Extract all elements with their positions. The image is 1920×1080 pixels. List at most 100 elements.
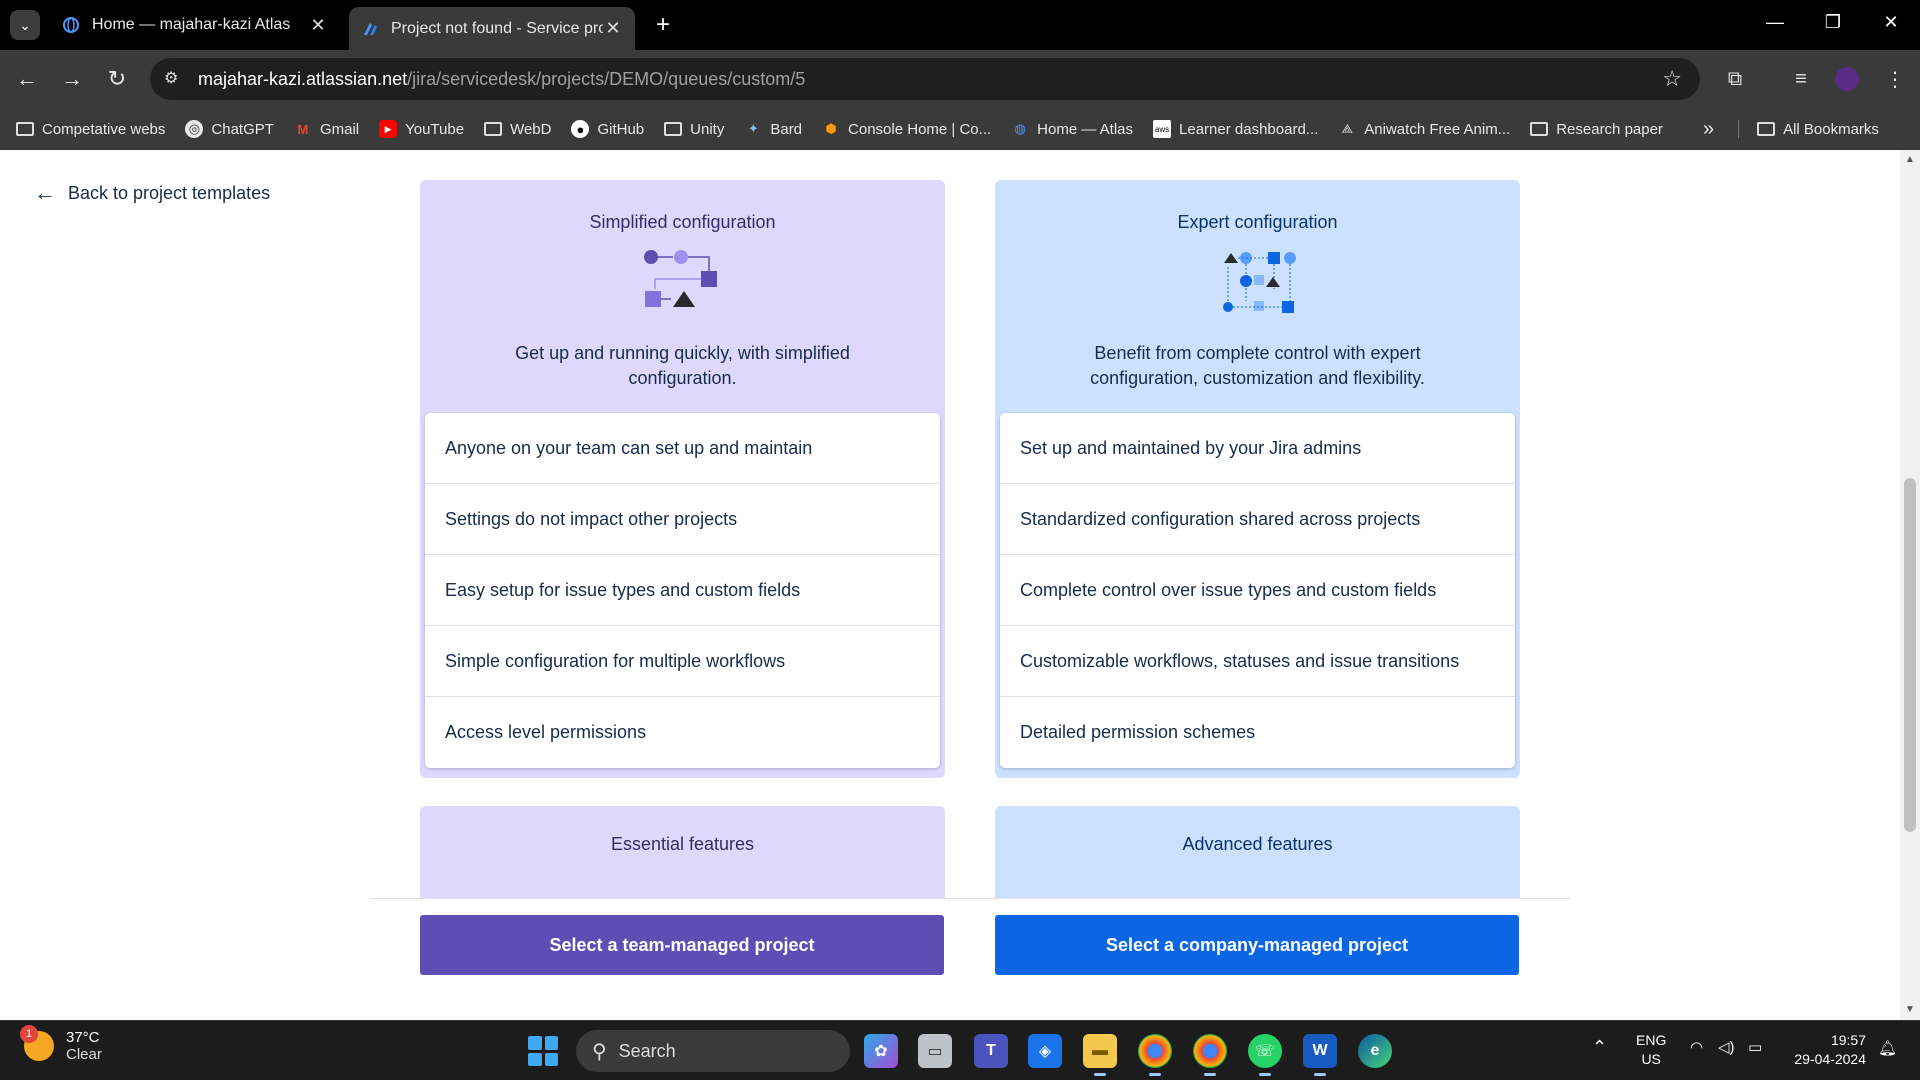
gmail-icon: M [297,121,309,137]
bookmark-label: Research paper [1556,120,1663,138]
close-icon[interactable]: ✕ [308,15,328,36]
essential-features-card: Essential features [420,806,945,898]
language-indicator[interactable]: ENG US [1636,1031,1666,1069]
whatsapp-icon[interactable]: ☏ [1248,1034,1282,1076]
bookmark-label: Bard [770,120,803,138]
volume-icon[interactable]: ◁) [1718,1038,1735,1056]
bookmark-research-paper[interactable]: Research paper [1530,120,1663,138]
feature-list: Anyone on your team can set up and maint… [425,413,940,768]
bookmark-label: Gmail [319,120,360,138]
teams-icon[interactable]: T [974,1034,1008,1068]
wifi-icon[interactable]: ◠ [1690,1038,1703,1056]
battery-icon[interactable]: ▭ [1748,1038,1762,1056]
restore-icon[interactable]: ❐ [1818,12,1848,33]
notification-bell-icon[interactable]: 🔔︎ [1878,1039,1897,1057]
bookmark-webd[interactable]: WebD [484,120,551,138]
taskbar-search[interactable]: ⚲ Search [576,1030,850,1072]
bookmark-youtube[interactable]: ▶ YouTube [379,120,464,138]
edge-icon[interactable]: e [1358,1034,1392,1068]
tab-search-button[interactable]: ⌄ [10,10,40,40]
aniwatch-icon: ⟁ [1341,121,1354,136]
task-view-icon[interactable]: ▭ [918,1034,952,1068]
bookmark-star-icon[interactable]: ☆ [1662,66,1682,92]
back-arrow-icon[interactable]: ← [12,64,42,94]
back-to-templates-link[interactable]: ← Back to project templates [34,180,270,206]
scroll-down-icon[interactable]: ▼ [1900,1004,1920,1015]
bookmark-label: Unity [690,120,725,138]
card-description: Get up and running quickly, with simplif… [515,343,850,388]
minimize-icon[interactable]: — [1760,12,1790,33]
bookmarks-overflow-button[interactable]: » [1703,118,1714,141]
simplified-configuration-card: Simplified configuration Get up and runn… [420,180,945,778]
tab-home-atlas[interactable]: Home — majahar-kazi Atlas ✕ [50,7,340,43]
bookmark-unity[interactable]: Unity [664,120,724,138]
simplified-workflow-icon [643,250,717,307]
list-item: Complete control over issue types and cu… [1000,555,1515,626]
bookmark-gmail[interactable]: M Gmail [294,120,360,138]
bookmark-label: Competative webs [42,120,166,138]
window-close-icon[interactable]: ✕ [1876,12,1906,33]
clock[interactable]: 19:57 29-04-2024 [1776,1031,1866,1069]
search-icon: ⚲ [592,1040,607,1063]
aws-icon: aws [1153,120,1172,138]
bookmark-competative-webs[interactable]: Competative webs [16,120,165,138]
new-tab-button[interactable]: + [648,10,678,40]
scrollbar[interactable]: ▲ ▼ [1900,150,1920,1020]
forward-arrow-icon[interactable]: → [57,64,87,94]
bookmark-console-home[interactable]: ⬢ Console Home | Co... [822,120,991,138]
extensions-icon[interactable]: ⧉ [1720,64,1750,94]
url-input[interactable]: ⚙ majahar-kazi.atlassian.net/jira/servic… [150,58,1700,100]
media-queue-icon[interactable]: ≡ [1786,64,1816,94]
close-icon[interactable]: ✕ [603,18,623,39]
file-explorer-icon[interactable]: ▬ [1083,1034,1117,1076]
folder-icon [16,120,34,138]
date: 29-04-2024 [1794,1051,1866,1067]
url-host: majahar-kazi.atlassian.net [198,68,408,89]
card-title: Expert configuration [1177,212,1338,232]
list-item: Easy setup for issue types and custom fi… [425,555,940,626]
select-team-managed-button[interactable]: Select a team-managed project [420,915,944,975]
site-info-icon[interactable]: ⚙ [164,68,186,90]
scroll-thumb[interactable] [1904,478,1916,832]
time: 19:57 [1830,1032,1866,1048]
bookmark-label: YouTube [405,120,465,138]
list-item: Detailed permission schemes [1020,722,1256,742]
list-item: Customizable workflows, statuses and iss… [1000,626,1515,697]
card-title: Essential features [610,834,755,854]
browser-menu-icon[interactable]: ⋮ [1880,64,1910,94]
bookmark-label: Console Home | Co... [848,120,992,138]
word-icon[interactable]: W [1303,1034,1337,1076]
select-company-managed-button[interactable]: Select a company-managed project [995,915,1519,975]
back-arrow-icon: ← [34,180,56,205]
chrome-profile-icon[interactable] [1193,1034,1227,1076]
list-item: Access level permissions [445,722,647,742]
youtube-icon: ▶ [379,120,398,138]
tab-title: Home — majahar-kazi Atlas [92,16,291,33]
bookmark-learner-dashboard[interactable]: aws Learner dashboard... [1153,120,1318,138]
github-icon: ● [571,120,590,138]
weather-widget[interactable]: 1 37°C Clear [20,1025,102,1063]
bookmark-github[interactable]: ● GitHub [571,120,644,138]
bookmark-label: Learner dashboard... [1179,120,1319,138]
all-bookmarks[interactable]: All Bookmarks [1738,120,1879,138]
bookmark-label: WebD [510,120,552,138]
profile-avatar[interactable] [1832,64,1862,94]
tab-project-not-found[interactable]: Project not found - Service proj ✕ [349,7,635,50]
copilot-icon[interactable]: ✿ [864,1034,898,1068]
list-item: Anyone on your team can set up and maint… [425,413,940,484]
start-button[interactable] [528,1036,558,1066]
scroll-up-icon[interactable]: ▲ [1900,154,1920,165]
outlook-icon[interactable]: ◈ [1028,1034,1062,1068]
bookmark-home-atlas[interactable]: ◍ Home — Atlas [1011,120,1133,138]
tab-title: Project not found - Service proj [391,19,603,37]
chevron-up-icon[interactable]: ⌃ [1592,1037,1607,1058]
chrome-icon[interactable] [1138,1034,1172,1076]
bookmark-bard[interactable]: ✦ Bard [744,120,802,138]
reload-icon[interactable]: ↻ [102,64,132,94]
bookmark-aniwatch[interactable]: ⟁ Aniwatch Free Anim... [1338,120,1510,138]
feature-list: Set up and maintained by your Jira admin… [1000,413,1515,768]
chatgpt-icon: ◎ [185,120,204,138]
bookmark-chatgpt[interactable]: ◎ ChatGPT [185,120,274,138]
bookmarks-bar: Competative webs ◎ ChatGPT M Gmail ▶ YouTub… [0,108,1920,150]
bookmark-label: Home — Atlas [1037,120,1134,138]
